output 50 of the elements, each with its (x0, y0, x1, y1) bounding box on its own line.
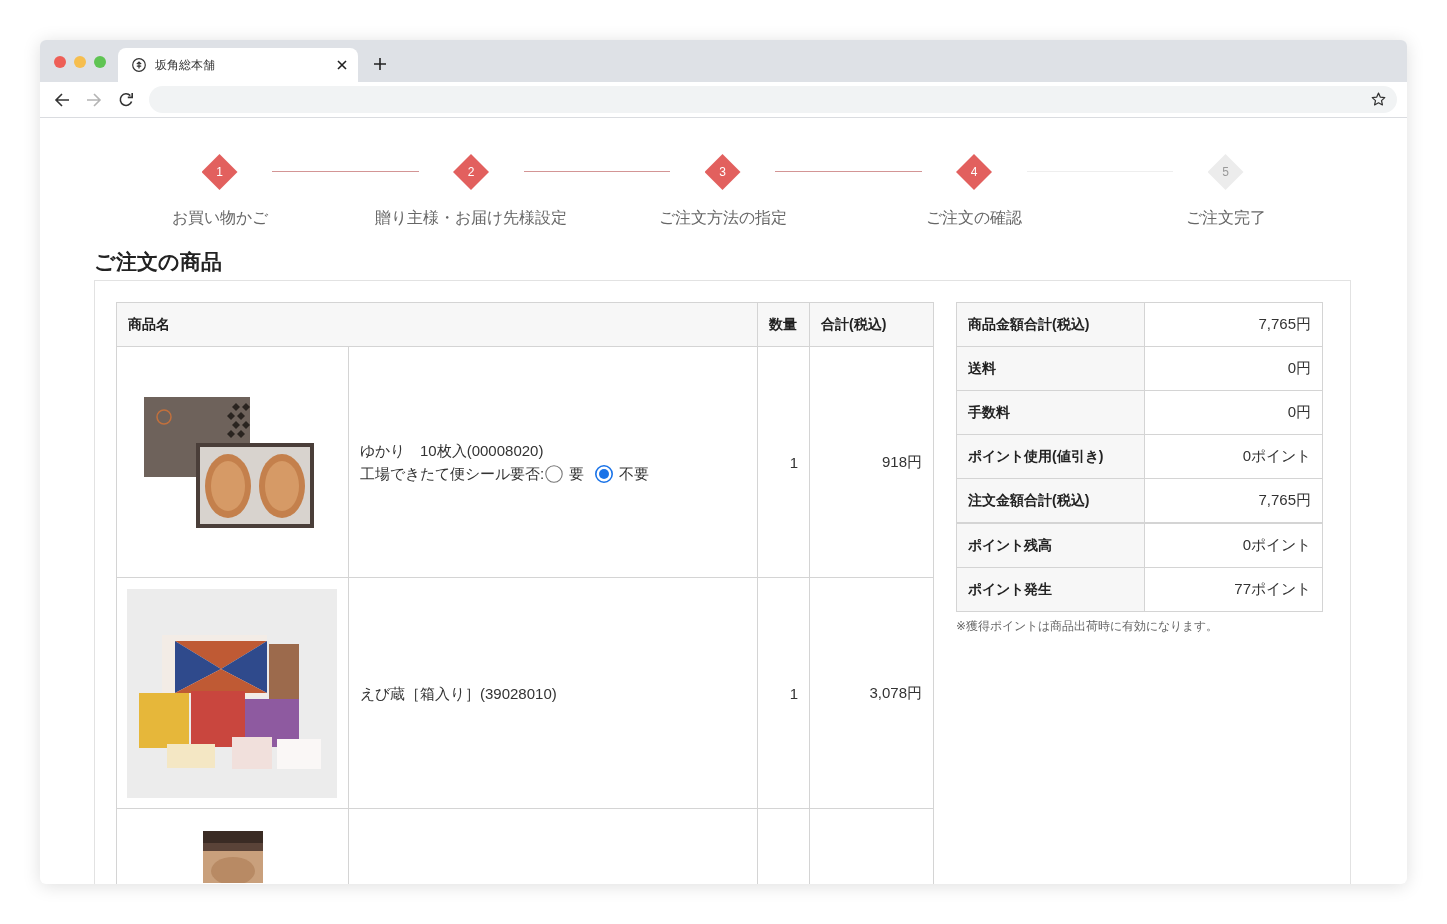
product-photo (202, 831, 263, 883)
summary-label: ポイント使用(値引き) (956, 434, 1145, 479)
step-number: 4 (956, 154, 992, 190)
summary-value: 7,765円 (1258, 315, 1311, 332)
column-header: 合計(税込) (809, 302, 934, 347)
summary-label: ポイント発生 (956, 567, 1145, 612)
step-label: ご注文方法の指定 (658, 208, 787, 228)
item-quantity: 1 (789, 684, 798, 702)
step-number: 1 (201, 154, 238, 190)
product-name: えび蔵［箱入り］(39028010) (360, 683, 557, 704)
summary-label: 送料 (956, 346, 1145, 391)
points-note: ※獲得ポイントは商品出荷時に有効になります。 (956, 618, 1219, 634)
item-quantity: 1 (789, 453, 798, 471)
step-label: ご注文の確認 (926, 208, 1022, 228)
plus-icon[interactable] (374, 58, 386, 70)
item-total: 3,078円 (869, 683, 922, 701)
step-label: ご注文完了 (1185, 208, 1266, 228)
address-field[interactable] (149, 86, 1397, 113)
item-total: 918円 (881, 452, 922, 470)
option-question: 工場できたて便シール要否: (360, 464, 545, 484)
step-number: 3 (704, 154, 741, 190)
product-name: ゆかり 10枚入(00008020) (360, 441, 544, 461)
tab-title: 坂角総本舗 (155, 57, 216, 73)
back-arrow-icon[interactable] (54, 91, 70, 108)
radio-button[interactable] (545, 464, 564, 483)
summary-label: 注文金額合計(税込) (956, 478, 1145, 523)
reload-icon[interactable] (118, 91, 134, 108)
summary-value: 0円 (1287, 359, 1311, 376)
summary-label: ポイント残高 (956, 523, 1145, 568)
browser-tab[interactable]: 坂角総本舗 (118, 48, 358, 82)
summary-label: 商品金額合計(税込) (956, 302, 1145, 347)
step-number: 2 (453, 154, 489, 190)
column-header: 数量 (757, 302, 810, 347)
summary-value: 7,765円 (1258, 491, 1311, 508)
summary-label: 手数料 (956, 390, 1145, 435)
window-close-icon[interactable] (54, 56, 66, 68)
summary-value: 0ポイント (1242, 447, 1311, 464)
close-icon[interactable] (337, 60, 347, 70)
option-label: 不要 (619, 464, 650, 484)
radio-button[interactable] (595, 464, 614, 483)
summary-value: 0円 (1287, 403, 1311, 420)
step-label: お買い物かご (171, 208, 268, 228)
option-label: 要 (569, 464, 585, 484)
section-title: ご注文の商品 (94, 249, 222, 275)
column-header: 商品名 (116, 302, 758, 347)
summary-value: 77ポイント (1234, 580, 1311, 597)
summary-value: 0ポイント (1242, 536, 1311, 553)
bookmark-star-icon[interactable] (1371, 92, 1386, 107)
step-label: 贈り主様・お届け先様設定 (375, 208, 567, 228)
step-number: 5 (1207, 154, 1244, 190)
